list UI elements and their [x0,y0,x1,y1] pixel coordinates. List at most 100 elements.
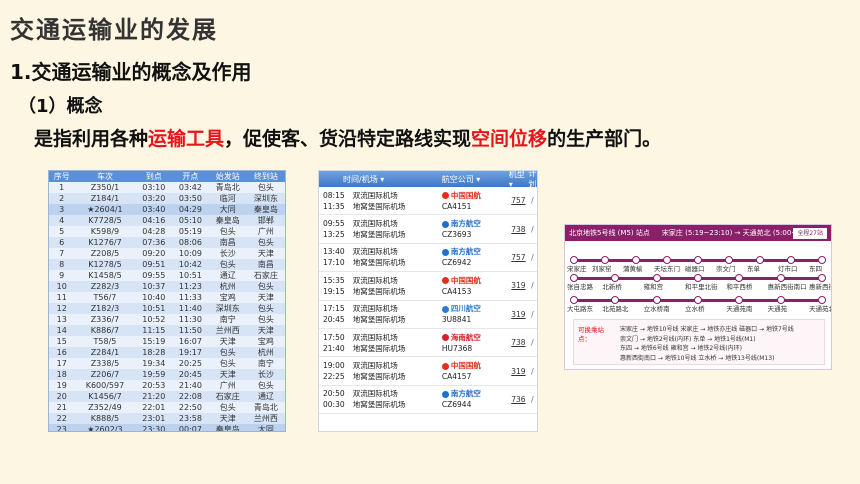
arrival-airport: 地窝堡国际机场 [352,286,406,296]
train-cell: 石家庄 [208,391,247,402]
definition-part-3: 的生产部门。 [547,128,662,150]
flight-airports: 双流国际机场 地窝堡国际机场 [353,388,442,410]
train-cell: 兰州西 [208,325,247,336]
metro-station-name[interactable]: 雍和宫 [644,281,664,291]
arrival-time: 13:25 [323,230,345,240]
section-heading: 1.交通运输业的概念及作用 [10,60,252,84]
metro-station-name[interactable]: 惠新西街南口 [768,281,807,291]
metro-station-name[interactable]: 磁器口 [685,263,705,273]
flight-times: 20:50 00:30 [319,388,353,410]
train-cell: 10 [49,281,75,292]
departure-time: 15:35 [323,275,345,285]
metro-line-card: 北京地铁5号线 (M5) 站点 宋家庄 (5:19~23:10) → 天通苑北 … [564,224,832,370]
train-cell: K598/9 [90,227,120,236]
metro-station-name[interactable]: 东四 [809,263,822,273]
metro-station-name[interactable]: 立水桥南 [644,303,670,313]
train-cell: 21 [56,403,67,412]
aircraft-model-link[interactable]: 319 [511,281,531,290]
train-cell: 青岛北 [253,403,278,412]
train-cell: 03:20 [135,193,173,204]
metro-station-name[interactable]: 刘家窑 [592,263,612,273]
aircraft-model-link[interactable]: 736 [511,395,531,404]
departure-airport: 双流国际机场 [352,332,398,342]
flight-airline: 南方航空 CZ6944 [441,388,511,410]
train-cell: Z208/5 [90,249,120,258]
metro-station-name[interactable]: 北苑路北 [602,303,628,313]
train-cell: 14 [49,325,75,336]
train-cell: Z182/3 [74,303,136,314]
train-cell: 通辽 [219,271,236,280]
metro-station-name[interactable]: 东单 [747,263,760,273]
full-route-button[interactable]: 全程27站 [793,228,827,239]
train-cell: 04:16 [135,215,173,226]
flight-row: 15:35 19:15 双流国际机场 地窝堡国际机场 中国国航 CA4153 319/ [319,272,537,301]
train-row: 11 T56/7 10:40 11:33 宝鸡 天津 [49,292,285,303]
metro-station-name[interactable]: 北新桥 [602,281,622,291]
metro-station-name[interactable]: 天坛东门 [654,263,680,273]
arrival-airport: 地窝堡国际机场 [352,400,406,410]
train-cell: 08:06 [172,237,209,248]
departure-airport: 双流国际机场 [352,190,398,200]
flight-airports: 双流国际机场 地窝堡国际机场 [353,218,442,240]
arrival-time: 17:10 [323,258,345,268]
airline-name: 南方航空 [450,219,481,229]
train-cell: 05:10 [172,215,209,226]
metro-station-name[interactable]: 和平西桥 [726,281,752,291]
train-cell: 19:17 [172,347,209,358]
train-row: 4 K7728/5 04:16 05:10 秦皇岛 邯郸 [49,215,285,226]
train-cell: 22:08 [172,391,209,402]
train-cell: 17 [56,359,67,368]
metro-station-name[interactable]: 天通苑南 [726,303,752,313]
airline-name-line: 中国国航 [441,360,511,371]
train-cell: 05:19 [178,227,202,236]
metro-station-name[interactable]: 大屯路东 [567,303,593,313]
airline-name-line: 中国国航 [441,190,511,201]
slide-title: 交通运输业的发展 [10,16,218,44]
train-row: 9 K1458/5 09:55 10:51 通辽 石家庄 [49,270,285,281]
train-cell: 包头 [257,183,274,192]
train-cell: 广州 [219,381,236,390]
train-row: 22 K888/5 23:01 23:58 天津 兰州西 [49,413,285,424]
departure-airport: 双流国际机场 [352,389,398,399]
aircraft-model-link[interactable]: 319 [511,310,531,319]
train-cell: K1456/7 [74,391,136,402]
metro-station-name[interactable]: 灯市口 [778,263,798,273]
train-cell: 11:40 [172,303,209,314]
aircraft-model-link[interactable]: 738 [511,338,531,347]
arrival-time: 22:25 [323,372,345,382]
train-cell: 23 [49,424,75,431]
flight-times: 13:40 17:10 [319,246,353,268]
train-cell: 8 [49,259,75,270]
row-slash: / [531,196,534,206]
airline-logo-icon [441,362,449,370]
metro-station-name[interactable]: 惠新西街北口 [809,281,831,291]
train-cell: 15 [56,337,67,346]
metro-station-name[interactable]: 和平里北街 [685,281,718,291]
flight-airports: 双流国际机场 地窝堡国际机场 [353,303,442,325]
train-cell: 秦皇岛 [208,424,247,431]
flight-times: 19:00 22:25 [319,360,353,382]
aircraft-model-link[interactable]: 757 [511,196,531,205]
definition-highlight-1: 运输工具 [148,128,225,150]
train-cell: 11:33 [178,293,202,302]
aircraft-model-link[interactable]: 319 [511,367,531,376]
metro-header: 北京地铁5号线 (M5) 站点 宋家庄 (5:19~23:10) → 天通苑北 … [565,225,831,241]
train-cell: 10:51 [135,303,173,314]
flight-airports: 双流国际机场 地窝堡国际机场 [353,275,442,297]
flight-timetable: 时间/机场 ▾ 航空公司 ▾ 机型 ▾ 计划 08:15 11:35 双流国际机场 地窝堡国… [318,170,538,432]
metro-station-name[interactable]: 立水桥 [685,303,705,313]
metro-station-name[interactable]: 天通苑 [768,303,788,313]
aircraft-model-link[interactable]: 738 [511,225,531,234]
metro-station-name[interactable]: 蒲黄榆 [623,263,643,273]
train-cell: 04:29 [172,204,209,215]
arrival-airport: 地窝堡国际机场 [352,372,406,382]
metro-title: 北京地铁5号线 (M5) 站点 [569,229,650,237]
metro-station-name[interactable]: 天通苑北 [809,303,831,313]
train-cell: 3 [49,204,75,215]
metro-station-name[interactable]: 宋家庄 [567,263,587,273]
aircraft-model-link[interactable]: 757 [511,253,531,262]
flight-row: 13:40 17:10 双流国际机场 地窝堡国际机场 南方航空 CZ6942 757/ [319,244,537,273]
metro-station-name[interactable]: 崇文门 [716,263,736,273]
train-cell: Z284/1 [74,347,136,358]
metro-station-name[interactable]: 张自忠路 [567,281,593,291]
